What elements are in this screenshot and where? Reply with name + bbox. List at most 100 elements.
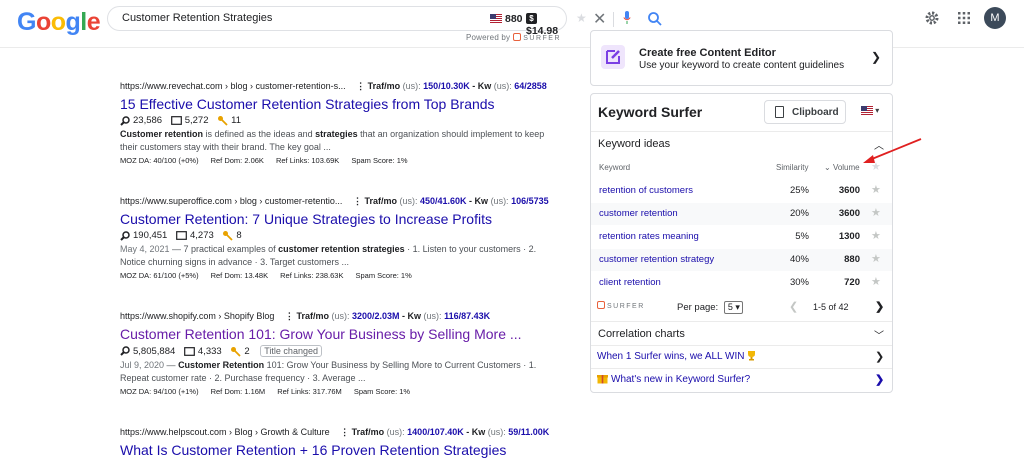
divider [591,345,892,346]
traffic-country: (us): [386,427,405,437]
whats-new-link[interactable]: What's new in Keyword Surfer? [597,374,750,385]
stat-words: 5,805,884 [133,346,176,357]
clear-icon[interactable]: ✕ [593,9,606,29]
result-url[interactable]: https://www.superoffice.com › blog › cus… [120,196,342,206]
keyword-link[interactable]: customer retention strategy [599,254,714,265]
apps-grid-icon[interactable] [958,12,970,24]
clipboard-button[interactable]: Clipboard [764,100,846,124]
chevron-down-icon[interactable]: ﹀ [874,327,884,342]
chevron-right-icon[interactable]: ❯ [875,373,884,386]
content-editor-title: Create free Content Editor [639,47,776,59]
traffic-metrics: ⋮ Traf/mo (us): 450/41.60K - Kw (us): 10… [352,196,549,206]
keyword-similarity: 30% [789,277,809,288]
snippet-text: is defined as the ideas and [203,129,316,140]
keyword-ideas-header[interactable]: Keyword ideas [598,138,670,150]
keyword-row: retention of customers 25% 3600 ★ [591,180,892,202]
result-title-link[interactable]: What Is Customer Retention + 16 Proven R… [120,442,560,458]
previous-page-icon[interactable]: ❮ [789,300,798,313]
microphone-icon[interactable] [623,11,631,25]
google-logo[interactable]: Google [17,8,101,37]
star-icon[interactable]: ★ [871,252,881,265]
chevron-right-icon[interactable]: ❯ [875,350,884,363]
surfer-label: SURFER [523,35,562,42]
star-icon[interactable]: ★ [871,206,881,219]
key-icon [218,116,228,126]
result-title-link[interactable]: 15 Effective Customer Retention Strategi… [120,96,560,112]
surfer-logo[interactable]: SURFER [597,301,645,310]
star-icon[interactable]: ★ [871,275,881,288]
traffic-values: 150/10.30K [423,81,470,91]
surfer-label: SURFER [607,303,645,310]
column-similarity[interactable]: Similarity [776,163,808,172]
traffic-values: 3200/2.03M [351,311,400,321]
keywords-values: 106/5735 [511,196,549,206]
divider [613,12,614,27]
keywords-label: Kw [477,81,492,91]
snippet-bold: Customer Retention [178,360,265,370]
trophy-icon [748,350,756,361]
result-url[interactable]: https://www.helpscout.com › Blog › Growt… [120,427,330,437]
result-url[interactable]: https://www.shopify.com › Shopify Blog [120,311,274,321]
result-title-link[interactable]: Customer Retention 101: Grow Your Busine… [120,326,560,342]
us-flag-icon [490,13,502,23]
stat-pages: 4,333 [197,346,222,357]
stat-keys: 8 [236,230,242,242]
keyword-volume: 880 [844,254,860,265]
star-icon[interactable]: ★ [871,229,881,242]
chevron-right-icon[interactable]: ❯ [871,50,881,64]
ref-dom: Ref Dom: 2.06K [210,156,264,166]
us-flag-icon [861,106,873,116]
ref-dom: Ref Dom: 1.16M [210,387,266,396]
stat-keys: 11 [231,115,241,127]
powered-by-surfer[interactable]: Powered by SURFER [466,32,562,42]
spam-score: Spam Score: 1% [351,156,408,166]
snippet-date: May 4, 2021 [120,244,170,255]
snippet-date: Jul 9, 2020 [120,360,165,370]
star-icon[interactable]: ★ [871,183,881,196]
traffic-label: Traf/mo [367,81,401,91]
title-changed-badge: Title changed [260,345,322,357]
content-editor-card[interactable]: Create free Content Editor Use your keyw… [590,30,893,86]
gift-icon [597,374,608,384]
spam-score: Spam Score: 1% [353,387,411,396]
keyword-link[interactable]: retention of customers [599,185,693,196]
result-stats: 5,805,884 4,333 2 Title changed [120,345,560,357]
result-url-line: https://www.superoffice.com › blog › cus… [120,196,560,207]
search-input[interactable]: Customer Retention Strategies [122,12,272,24]
stat-keys: 2 [244,346,250,357]
snippet-text: — [164,360,179,370]
keyword-row: client retention 30% 720 ★ [591,272,892,294]
stat-pages: 5,272 [184,115,209,127]
keywords-values: 64/2858 [514,81,547,91]
search-icon[interactable] [647,11,663,27]
traffic-country: (us): [399,196,418,206]
avatar[interactable]: M [984,7,1006,29]
result-title-link[interactable]: Customer Retention: 7 Unique Strategies … [120,211,560,227]
content-editor-subtitle: Use your keyword to create content guide… [639,60,845,71]
result-url[interactable]: https://www.revechat.com › blog › custom… [120,81,346,91]
next-page-icon[interactable]: ❯ [875,300,884,313]
keywords-country: (us): [487,427,506,437]
result-snippet: Jul 9, 2020 — Customer Retention 101: Gr… [120,359,560,385]
per-page-select[interactable]: 5 ▾ [723,301,743,314]
moz-da: MOZ DA: 94/100 (+1%) [120,387,199,396]
search-box[interactable]: Customer Retention Strategies 880 $$14.9… [107,6,662,37]
search-result: https://www.revechat.com › blog › custom… [120,81,560,165]
surfer-wins-label: When 1 Surfer wins, we ALL WIN [597,351,745,362]
star-icon[interactable]: ★ [576,11,587,25]
keyword-link[interactable]: client retention [599,277,661,288]
keyword-link[interactable]: retention rates meaning [599,231,699,242]
snippet-bold: customer retention strategies [278,244,405,255]
gear-icon[interactable] [924,10,940,26]
surfer-wins-link[interactable]: When 1 Surfer wins, we ALL WIN [597,350,757,362]
annotation-arrow [863,138,922,163]
correlation-charts-header[interactable]: Correlation charts [598,328,685,340]
keyword-link[interactable]: customer retention [599,208,678,219]
result-snippet: Customer retention is defined as the ide… [120,128,560,154]
country-selector[interactable]: ▾ [861,106,879,116]
divider [591,368,892,369]
keyword-similarity: 20% [789,208,809,219]
result-url-line: https://www.helpscout.com › Blog › Growt… [120,427,560,438]
result-snippet: May 4, 2021 — 7 practical examples of cu… [120,243,560,269]
snippet-text: — 7 practical examples of [169,244,279,255]
